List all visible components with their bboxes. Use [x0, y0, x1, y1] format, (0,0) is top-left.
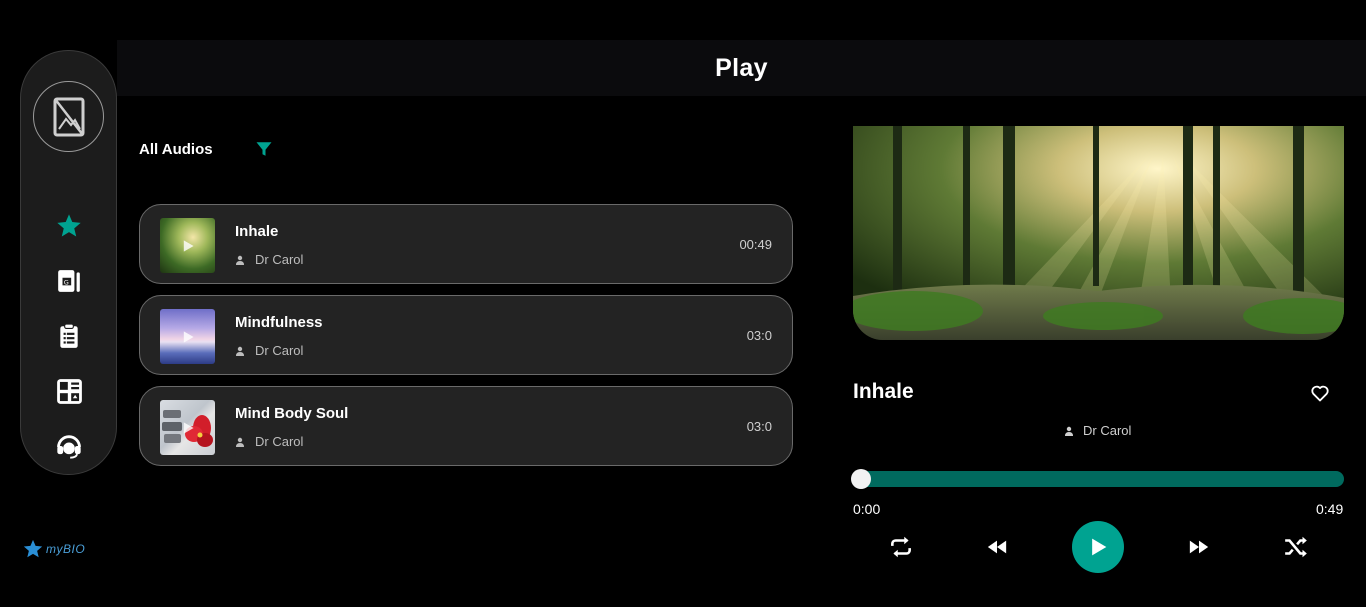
track-artist-name: Dr Carol	[255, 252, 304, 267]
filter-label[interactable]: All Audios	[139, 141, 213, 158]
track-title: Inhale	[235, 223, 279, 240]
repeat-icon	[891, 536, 911, 558]
shuffle-icon	[1285, 536, 1307, 558]
cards-icon	[56, 378, 82, 404]
fast-forward-icon	[1189, 540, 1209, 554]
track-item[interactable]: Inhale Dr Carol 00:49	[139, 204, 793, 284]
track-artist: Dr Carol	[235, 343, 303, 358]
logo-star-icon	[23, 539, 43, 558]
logo-text: myBIO	[46, 542, 86, 556]
track-title: Mind Body Soul	[235, 405, 349, 422]
person-icon	[236, 255, 244, 265]
sidebar: G	[20, 50, 117, 475]
now-playing-title: Inhale	[853, 380, 914, 403]
previous-button[interactable]	[984, 534, 1010, 560]
cover-art	[853, 126, 1344, 340]
repeat-button[interactable]	[886, 533, 916, 561]
clipboard-icon	[60, 323, 78, 348]
play-icon	[183, 421, 194, 434]
page-title: Play	[715, 53, 768, 82]
sidebar-item-workbook[interactable]: G	[54, 266, 84, 296]
now-playing-artist: Dr Carol	[1064, 423, 1131, 438]
workbook-icon: G	[58, 270, 80, 292]
sidebar-item-cards[interactable]	[54, 376, 84, 406]
progress-knob[interactable]	[851, 469, 871, 489]
person-icon	[1065, 426, 1073, 436]
current-time: 0:00	[853, 501, 881, 517]
total-time: 0:49	[1316, 501, 1344, 517]
track-item[interactable]: Mind Body Soul Dr Carol 03:0	[139, 386, 793, 466]
sidebar-item-home[interactable]	[54, 211, 84, 241]
play-icon	[1092, 538, 1107, 556]
person-icon	[236, 437, 244, 447]
track-artist-name: Dr Carol	[255, 343, 304, 358]
track-duration: 03:0	[746, 419, 772, 434]
shuffle-button[interactable]	[1281, 533, 1311, 561]
track-item[interactable]: Mindfulness Dr Carol 03:0	[139, 295, 793, 375]
track-thumbnail	[160, 309, 215, 364]
profile-avatar[interactable]	[33, 81, 104, 152]
play-button[interactable]	[1072, 521, 1124, 573]
sidebar-item-support[interactable]	[54, 431, 84, 461]
track-thumbnail	[160, 400, 215, 455]
track-artist: Dr Carol	[235, 434, 303, 449]
track-title: Mindfulness	[235, 314, 323, 331]
track-thumbnail	[160, 218, 215, 273]
track-artist: Dr Carol	[235, 252, 303, 267]
headset-icon	[57, 435, 81, 459]
progress-track	[853, 471, 1344, 487]
track-duration: 03:0	[746, 328, 772, 343]
app-logo: myBIO	[22, 535, 94, 563]
image-placeholder-icon	[53, 97, 84, 136]
play-icon	[183, 330, 194, 343]
next-button[interactable]	[1186, 534, 1212, 560]
progress-slider[interactable]	[851, 469, 1344, 489]
star-icon	[57, 214, 81, 237]
sidebar-item-tasks[interactable]	[54, 321, 84, 351]
heart-icon[interactable]	[1310, 383, 1330, 403]
track-duration: 00:49	[739, 237, 772, 252]
page-header: Play	[117, 40, 1366, 96]
svg-text:G: G	[64, 278, 69, 286]
track-artist-name: Dr Carol	[255, 434, 304, 449]
filter-icon[interactable]	[255, 140, 273, 158]
play-icon	[183, 239, 194, 252]
rewind-icon	[987, 540, 1007, 554]
person-icon	[236, 346, 244, 356]
now-playing-artist-name: Dr Carol	[1083, 423, 1132, 438]
